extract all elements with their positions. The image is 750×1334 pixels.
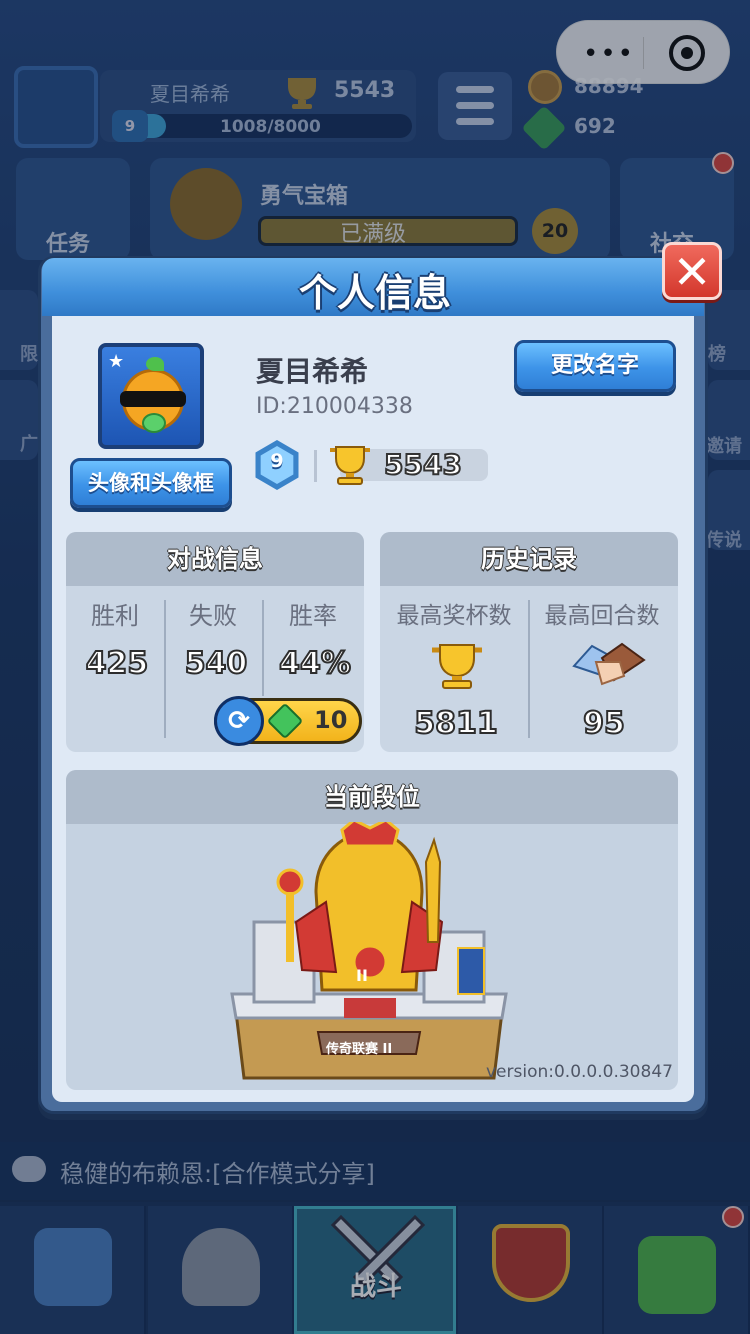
winrate-label: 胜率 [289, 602, 337, 630]
profile-id: ID:210004338 [256, 394, 413, 419]
trophy-icon [432, 644, 482, 689]
modal-title: 个人信息 [298, 271, 451, 315]
wins-label: 胜利 [91, 602, 139, 630]
profile-trophies: 5543 [383, 447, 463, 482]
wins-value: 425 [85, 645, 150, 682]
close-icon: ✕ [672, 245, 712, 299]
profile-avatar[interactable]: ★ [98, 343, 204, 449]
history-title: 历史记录 [380, 532, 678, 586]
max-rounds-value: 95 [582, 705, 626, 742]
max-trophies-value: 5811 [413, 705, 499, 742]
rank-badge-label: 传奇联赛 II [326, 1042, 393, 1057]
winrate-value: 44% [278, 645, 352, 682]
refresh-icon: ⟳ [214, 696, 264, 746]
divider [314, 450, 317, 482]
losses-value: 540 [184, 645, 249, 682]
max-trophies-label: 最高奖杯数 [396, 603, 512, 629]
star-icon: ★ [108, 351, 125, 372]
losses-label: 失败 [189, 602, 237, 630]
version-text: version:0.0.0.0.30847 [486, 1062, 673, 1082]
trophy-icon [330, 446, 370, 485]
battle-info-title: 对战信息 [66, 532, 364, 586]
rename-button[interactable]: 更改名字 [514, 340, 676, 392]
handshake-icon [572, 642, 646, 686]
rank-tier-numeral: II [356, 966, 368, 985]
profile-level: 9 [270, 450, 284, 472]
rank-title: 当前段位 [66, 770, 678, 824]
max-rounds-label: 最高回合数 [544, 603, 660, 629]
avatar-frame-button[interactable]: 头像和头像框 [70, 458, 232, 508]
close-button[interactable]: ✕ [662, 242, 722, 300]
profile-name: 夏目希希 [256, 355, 369, 388]
reset-cost: 10 [314, 706, 348, 734]
